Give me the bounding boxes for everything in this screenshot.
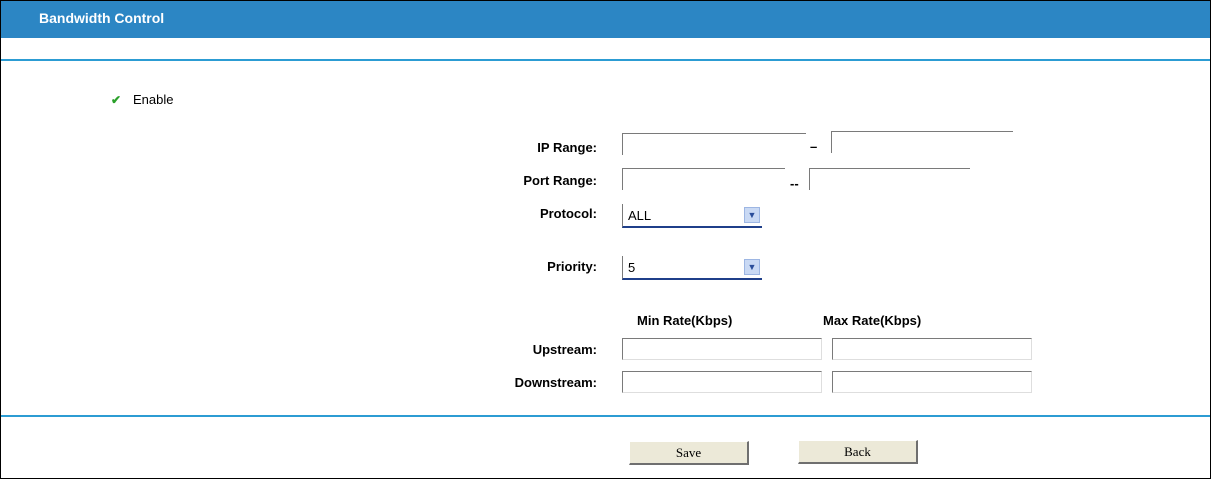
ip-range-end-input[interactable] [831,131,1013,153]
port-range-separator: -- [790,176,799,191]
port-range-start-input[interactable] [622,168,785,190]
protocol-select[interactable]: ALL ▼ [622,204,762,228]
priority-label: Priority: [547,259,597,274]
protocol-value: ALL [628,208,652,223]
ip-range-label: IP Range: [537,140,597,155]
downstream-min-input[interactable] [622,371,822,393]
top-divider [1,59,1210,61]
save-button[interactable]: Save [629,441,749,465]
chevron-down-icon[interactable]: ▼ [744,259,760,275]
title-bar: Bandwidth Control [1,1,1210,38]
upstream-max-input[interactable] [832,338,1032,360]
downstream-max-input[interactable] [832,371,1032,393]
ip-range-separator: – [810,139,818,154]
min-rate-header: Min Rate(Kbps) [637,313,733,328]
chevron-down-icon[interactable]: ▼ [744,207,760,223]
main-frame: Bandwidth Control ✔ Enable IP Range: – P… [0,0,1211,479]
port-range-end-input[interactable] [809,168,970,190]
bottom-divider [1,415,1210,417]
enable-label: Enable [133,92,174,107]
port-range-label: Port Range: [523,173,597,188]
upstream-min-input[interactable] [622,338,822,360]
upstream-label: Upstream: [532,342,597,357]
priority-select[interactable]: 5 ▼ [622,256,762,280]
downstream-label: Downstream: [514,375,597,390]
max-rate-header: Max Rate(Kbps) [823,313,922,328]
protocol-label: Protocol: [539,206,597,221]
page-title: Bandwidth Control [39,10,165,26]
priority-value: 5 [628,260,636,275]
ip-range-start-input[interactable] [622,133,806,155]
checkbox-check-icon[interactable]: ✔ [111,93,121,107]
back-button[interactable]: Back [798,440,918,464]
